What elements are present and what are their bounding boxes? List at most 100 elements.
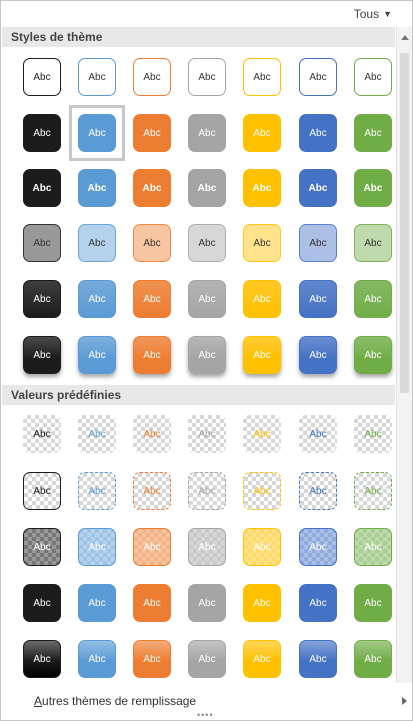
preset-style-semi-transparent-dark-blue[interactable]: Abc: [290, 519, 346, 575]
theme-style-light-gray[interactable]: Abc: [179, 215, 235, 271]
preset-style-semi-transparent-blue[interactable]: Abc: [69, 519, 125, 575]
preset-style-solid-gold[interactable]: Abc: [234, 575, 290, 631]
theme-style-outline-gray[interactable]: Abc: [179, 49, 235, 105]
preset-style-transparent-text-blue[interactable]: Abc: [69, 406, 125, 462]
theme-style-solid-bold-orange[interactable]: Abc: [124, 160, 180, 216]
preset-style-transparent-text-gray[interactable]: Abc: [179, 406, 235, 462]
swatch-label: Abc: [188, 169, 226, 207]
preset-style-transparent-text-gold[interactable]: Abc: [234, 406, 290, 462]
theme-style-shaded-gold[interactable]: Abc: [234, 271, 290, 327]
theme-style-shaded-orange[interactable]: Abc: [124, 271, 180, 327]
theme-style-solid-bold-gold[interactable]: Abc: [234, 160, 290, 216]
preset-style-transparent-outline-green[interactable]: Abc: [345, 463, 401, 519]
theme-style-light-dark-blue[interactable]: Abc: [290, 215, 346, 271]
preset-style-transparent-outline-blue[interactable]: Abc: [69, 463, 125, 519]
preset-style-transparent-outline-black[interactable]: Abc: [14, 463, 70, 519]
preset-style-semi-transparent-green[interactable]: Abc: [345, 519, 401, 575]
preset-style-semi-transparent-orange[interactable]: Abc: [124, 519, 180, 575]
preset-style-transparent-outline-orange[interactable]: Abc: [124, 463, 180, 519]
section-header-presets: Valeurs prédéfinies: [2, 385, 395, 405]
theme-style-outline-gold[interactable]: Abc: [234, 49, 290, 105]
theme-style-light-gold[interactable]: Abc: [234, 215, 290, 271]
theme-style-solid-bold-dark-blue[interactable]: Abc: [290, 160, 346, 216]
preset-style-semi-transparent-gold[interactable]: Abc: [234, 519, 290, 575]
theme-style-solid-orange[interactable]: Abc: [124, 105, 180, 161]
theme-style-shaded-shadow-green[interactable]: Abc: [345, 327, 401, 383]
preset-style-solid-blue[interactable]: Abc: [69, 575, 125, 631]
chevron-right-icon: [402, 697, 407, 705]
theme-style-outline-orange[interactable]: Abc: [124, 49, 180, 105]
theme-style-light-blue[interactable]: Abc: [69, 215, 125, 271]
preset-style-semi-transparent-gray[interactable]: Abc: [179, 519, 235, 575]
preset-style-gradient-dark-blue[interactable]: Abc: [290, 631, 346, 687]
theme-style-shaded-shadow-dark-blue[interactable]: Abc: [290, 327, 346, 383]
theme-style-light-black[interactable]: Abc: [14, 215, 70, 271]
swatch-label: Abc: [299, 280, 337, 318]
preset-style-gradient-orange[interactable]: Abc: [124, 631, 180, 687]
preset-style-gradient-black[interactable]: Abc: [14, 631, 70, 687]
preset-style-transparent-text-orange[interactable]: Abc: [124, 406, 180, 462]
swatch-label: Abc: [243, 114, 281, 152]
theme-style-solid-gray[interactable]: Abc: [179, 105, 235, 161]
swatch-label: Abc: [354, 280, 392, 318]
theme-style-shaded-gray[interactable]: Abc: [179, 271, 235, 327]
swatch-label: Abc: [243, 415, 281, 453]
theme-style-shaded-shadow-gold[interactable]: Abc: [234, 327, 290, 383]
swatch-label: Abc: [133, 640, 171, 678]
theme-style-shaded-blue[interactable]: Abc: [69, 271, 125, 327]
theme-style-solid-green[interactable]: Abc: [345, 105, 401, 161]
theme-style-shaded-dark-blue[interactable]: Abc: [290, 271, 346, 327]
theme-style-solid-black[interactable]: Abc: [14, 105, 70, 161]
theme-style-outline-black[interactable]: Abc: [14, 49, 70, 105]
theme-style-outline-green[interactable]: Abc: [345, 49, 401, 105]
theme-style-solid-blue[interactable]: Abc: [69, 105, 125, 161]
scrollbar-thumb[interactable]: [400, 53, 409, 393]
resize-grip-icon[interactable]: ••••: [197, 711, 214, 720]
preset-style-solid-orange[interactable]: Abc: [124, 575, 180, 631]
swatch-label: Abc: [354, 169, 392, 207]
theme-style-solid-bold-gray[interactable]: Abc: [179, 160, 235, 216]
swatch-label: Abc: [188, 415, 226, 453]
theme-style-solid-bold-green[interactable]: Abc: [345, 160, 401, 216]
preset-style-solid-gray[interactable]: Abc: [179, 575, 235, 631]
preset-style-gradient-blue[interactable]: Abc: [69, 631, 125, 687]
preset-style-gradient-gray[interactable]: Abc: [179, 631, 235, 687]
preset-style-solid-black[interactable]: Abc: [14, 575, 70, 631]
theme-style-solid-bold-blue[interactable]: Abc: [69, 160, 125, 216]
theme-style-shaded-black[interactable]: Abc: [14, 271, 70, 327]
preset-style-transparent-text-green[interactable]: Abc: [345, 406, 401, 462]
preset-style-solid-green[interactable]: Abc: [345, 575, 401, 631]
theme-style-shaded-shadow-gray[interactable]: Abc: [179, 327, 235, 383]
theme-style-outline-blue[interactable]: Abc: [69, 49, 125, 105]
vertical-scrollbar[interactable]: [396, 27, 412, 683]
preset-style-gradient-gold[interactable]: Abc: [234, 631, 290, 687]
swatch-label: Abc: [23, 224, 61, 262]
preset-style-gradient-green[interactable]: Abc: [345, 631, 401, 687]
swatch-label: Abc: [354, 584, 392, 622]
swatch-label: Abc: [133, 114, 171, 152]
scroll-up-arrow-icon[interactable]: [401, 35, 409, 40]
theme-style-shaded-shadow-black[interactable]: Abc: [14, 327, 70, 383]
preset-style-transparent-text-dark-blue[interactable]: Abc: [290, 406, 346, 462]
theme-style-solid-gold[interactable]: Abc: [234, 105, 290, 161]
theme-style-shaded-shadow-orange[interactable]: Abc: [124, 327, 180, 383]
theme-style-shaded-shadow-blue[interactable]: Abc: [69, 327, 125, 383]
theme-style-outline-dark-blue[interactable]: Abc: [290, 49, 346, 105]
theme-style-light-green[interactable]: Abc: [345, 215, 401, 271]
filter-dropdown[interactable]: Tous ▼: [354, 7, 392, 21]
swatch-label: Abc: [78, 224, 116, 262]
preset-style-transparent-outline-gray[interactable]: Abc: [179, 463, 235, 519]
swatch-label: Abc: [133, 415, 171, 453]
preset-style-semi-transparent-black[interactable]: Abc: [14, 519, 70, 575]
preset-style-transparent-outline-gold[interactable]: Abc: [234, 463, 290, 519]
preset-style-solid-dark-blue[interactable]: Abc: [290, 575, 346, 631]
theme-style-shaded-green[interactable]: Abc: [345, 271, 401, 327]
theme-style-light-orange[interactable]: Abc: [124, 215, 180, 271]
swatch-label: Abc: [23, 280, 61, 318]
preset-style-transparent-outline-dark-blue[interactable]: Abc: [290, 463, 346, 519]
theme-style-solid-bold-black[interactable]: Abc: [14, 160, 70, 216]
theme-style-row: Abc Abc Abc Abc Abc Abc Abc: [4, 271, 394, 327]
theme-style-solid-dark-blue[interactable]: Abc: [290, 105, 346, 161]
theme-style-row: Abc Abc Abc Abc Abc Abc Abc: [4, 160, 394, 216]
preset-style-transparent-text-black[interactable]: Abc: [14, 406, 70, 462]
